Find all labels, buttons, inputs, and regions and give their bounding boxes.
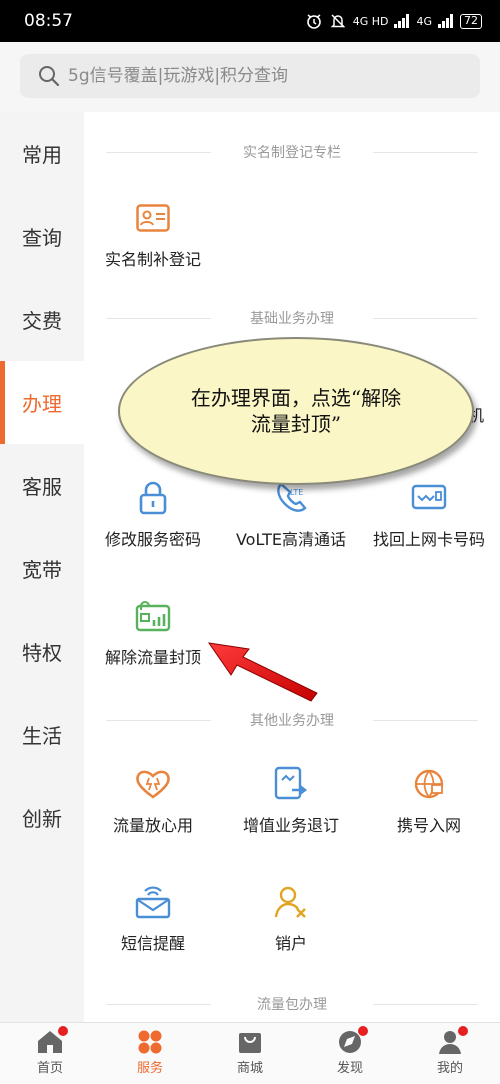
sidebar-item-broadband[interactable]: 宽带 <box>0 527 84 610</box>
tile-label: 修改服务密码 <box>104 530 201 549</box>
sms-envelope-icon <box>133 882 173 922</box>
sms-reminder-button[interactable]: 短信提醒 <box>88 882 218 972</box>
change-password-button[interactable]: 修改服务密码 <box>88 478 218 568</box>
shop-bag-icon <box>239 1033 261 1053</box>
unsubscribe-vas-button[interactable]: 增值业务退订 <box>226 764 356 854</box>
svg-text:LTE: LTE <box>290 488 303 497</box>
tab-label: 商城 <box>236 1061 263 1076</box>
sidebar-item-label: 宽带 <box>22 558 62 582</box>
network-label-a: 4G HD <box>352 14 389 28</box>
user-remove-icon <box>271 882 311 922</box>
sidebar-item-label: 生活 <box>22 724 62 748</box>
globe-transfer-icon <box>409 764 449 804</box>
recover-sim-button[interactable]: 找回上网卡号码 <box>364 478 494 568</box>
id-card-icon <box>133 198 173 238</box>
heart-data-icon <box>133 764 173 804</box>
category-sidebar: 常用 查询 交费 办理 客服 宽带 特权 生活 创新 <box>0 112 84 1022</box>
sidebar-item-label: 客服 <box>22 475 62 499</box>
sidebar-item-common[interactable]: 常用 <box>0 112 84 195</box>
notification-badge <box>358 1026 368 1036</box>
tab-label: 服务 <box>136 1061 163 1076</box>
sidebar-item-privilege[interactable]: 特权 <box>0 610 84 693</box>
data-unlock-icon <box>133 596 173 636</box>
alarm-icon <box>306 14 321 29</box>
service-grid-icon <box>138 1030 162 1054</box>
tab-home[interactable]: 首页 <box>0 1023 100 1084</box>
realname-register-button[interactable]: 实名制补登记 <box>88 198 218 288</box>
status-bar: 08:57 4G HD 4G 72 <box>0 0 500 42</box>
bottom-tab-bar: 首页 服务 商城 发现 我的 <box>0 1022 500 1084</box>
search-input[interactable] <box>68 66 448 86</box>
notification-badge <box>58 1026 68 1036</box>
signal-icon <box>394 14 410 28</box>
worry-free-data-button[interactable]: 流量放心用 <box>88 764 218 854</box>
sidebar-item-label: 常用 <box>22 143 62 167</box>
tile-label: 找回上网卡号码 <box>372 530 485 549</box>
sidebar-item-query[interactable]: 查询 <box>0 195 84 278</box>
section-title-other: 其他业务办理 <box>84 710 500 730</box>
sidebar-item-label: 特权 <box>22 641 62 665</box>
sim-card-icon <box>409 478 449 518</box>
tile-label: 携号入网 <box>396 816 461 835</box>
tab-shop[interactable]: 商城 <box>200 1023 300 1084</box>
search-area <box>0 42 500 112</box>
tile-label: 实名制补登记 <box>104 250 201 269</box>
tab-label: 首页 <box>36 1061 63 1076</box>
annotation-arrow-icon <box>207 642 318 702</box>
remove-data-cap-button[interactable]: 解除流量封顶 <box>88 596 218 686</box>
sidebar-item-support[interactable]: 客服 <box>0 444 84 527</box>
number-portability-button[interactable]: 携号入网 <box>364 764 494 854</box>
tab-service[interactable]: 服务 <box>100 1023 200 1084</box>
service-content: 实名制登记专栏 实名制补登记 基础业务办理 机 修改服务密码 LTE VoLTE… <box>84 112 500 1022</box>
notification-badge <box>458 1026 468 1036</box>
sidebar-item-label: 办理 <box>22 392 62 416</box>
mute-bell-icon <box>330 14 346 28</box>
lock-icon <box>133 478 173 518</box>
section-title-package: 流量包办理 <box>84 994 500 1014</box>
sidebar-item-life[interactable]: 生活 <box>0 693 84 776</box>
sidebar-item-handle[interactable]: 办理 <box>0 361 84 444</box>
battery-indicator: 72 <box>460 13 482 29</box>
tab-label: 发现 <box>336 1061 363 1076</box>
tab-label: 我的 <box>436 1061 463 1076</box>
search-icon <box>39 66 60 87</box>
close-account-button[interactable]: 销户 <box>226 882 356 972</box>
sidebar-item-label: 创新 <box>22 807 62 831</box>
tile-label: 销户 <box>274 934 307 953</box>
annotation-bubble: 在办理界面，点选“解除流量封顶” <box>118 337 474 485</box>
sidebar-item-label: 交费 <box>22 309 62 333</box>
sidebar-item-payment[interactable]: 交费 <box>0 278 84 361</box>
tab-discover[interactable]: 发现 <box>300 1023 400 1084</box>
network-label-b: 4G <box>416 14 432 28</box>
tile-label: VoLTE高清通话 <box>235 530 347 549</box>
volte-button[interactable]: LTE VoLTE高清通话 <box>226 478 356 568</box>
tab-mine[interactable]: 我的 <box>400 1023 500 1084</box>
sidebar-item-label: 查询 <box>22 226 62 250</box>
section-title-basic: 基础业务办理 <box>84 308 500 328</box>
clock: 08:57 <box>24 11 73 31</box>
unsubscribe-icon <box>271 764 311 804</box>
sidebar-item-innovation[interactable]: 创新 <box>0 776 84 859</box>
status-icons: 4G HD 4G 72 <box>305 12 482 30</box>
tile-label: 解除流量封顶 <box>104 648 201 667</box>
annotation-text: 在办理界面，点选“解除流量封顶” <box>190 386 402 436</box>
tile-label: 增值业务退订 <box>242 816 339 835</box>
search-bar[interactable] <box>20 54 480 98</box>
tile-label: 流量放心用 <box>112 816 193 835</box>
tile-label: 短信提醒 <box>120 934 185 953</box>
section-title-realname: 实名制登记专栏 <box>84 142 500 162</box>
signal-icon-2 <box>438 14 453 28</box>
